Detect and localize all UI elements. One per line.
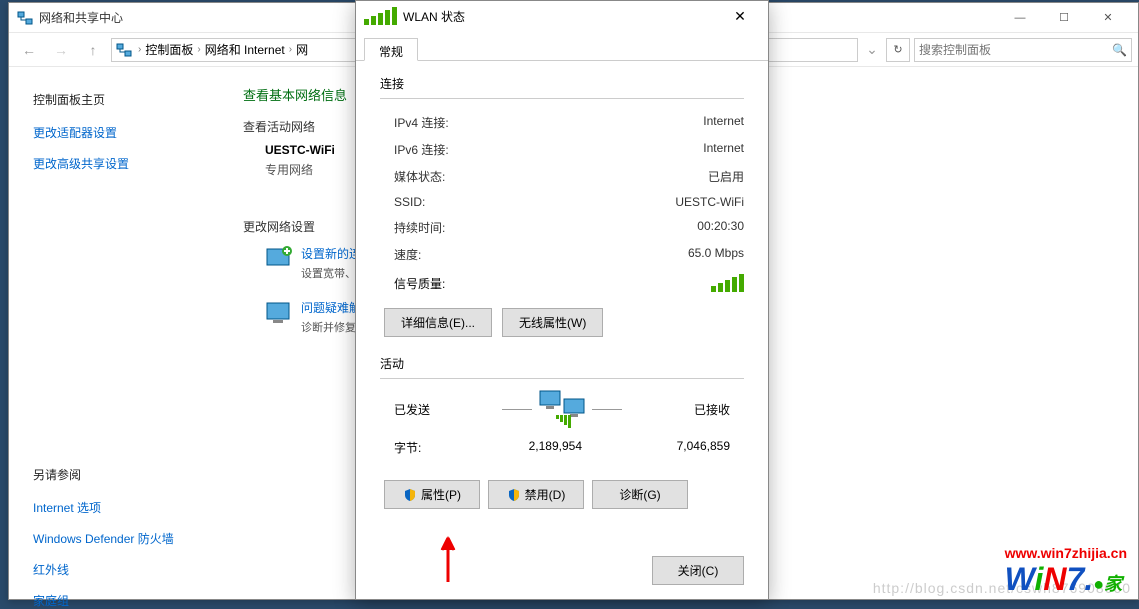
details-button[interactable]: 详细信息(E)... — [384, 308, 492, 337]
sidebar-link-adapters[interactable]: 更改适配器设置 — [33, 124, 195, 141]
breadcrumb-segment[interactable]: 网络和 Internet — [205, 41, 285, 58]
watermark-url: www.win7zhijia.cn — [1005, 545, 1127, 561]
signal-bars-icon — [711, 274, 744, 292]
sidebar: 控制面板主页 更改适配器设置 更改高级共享设置 另请参阅 Internet 选项… — [9, 67, 219, 599]
search-icon: 🔍 — [1112, 43, 1127, 57]
received-label: 已接收 — [694, 401, 730, 418]
ipv4-label: IPv4 连接: — [394, 114, 449, 131]
network-icon — [17, 10, 33, 26]
duration-label: 持续时间: — [394, 219, 445, 236]
search-box[interactable]: 🔍 — [914, 38, 1132, 62]
troubleshoot-icon — [265, 299, 293, 327]
bytes-label: 字节: — [394, 439, 464, 456]
tab-strip: 常规 — [356, 31, 768, 61]
chevron-right-icon: › — [197, 44, 200, 55]
search-input[interactable] — [919, 43, 1112, 57]
watermark-logo: WiN7.●家 — [1005, 561, 1127, 598]
diagnose-button[interactable]: 诊断(G) — [592, 480, 688, 509]
wlan-status-dialog: WLAN 状态 ✕ 常规 连接 IPv4 连接: Internet IPv6 连接… — [355, 0, 769, 600]
disable-button[interactable]: 禁用(D) — [488, 480, 584, 509]
dialog-titlebar: WLAN 状态 ✕ — [356, 1, 768, 31]
minimize-button[interactable]: — — [998, 3, 1042, 33]
window-controls: — ☐ ✕ — [998, 3, 1130, 33]
see-also-homegroup[interactable]: 家庭组 — [33, 592, 195, 609]
connection-section-label: 连接 — [380, 75, 744, 92]
see-also-internet-options[interactable]: Internet 选项 — [33, 499, 195, 516]
dash-icon — [502, 409, 532, 410]
tab-general[interactable]: 常规 — [364, 38, 418, 61]
activity-section-label: 活动 — [380, 355, 744, 372]
speed-value: 65.0 Mbps — [688, 246, 744, 263]
watermark: www.win7zhijia.cn WiN7.●家 — [1005, 545, 1127, 598]
media-label: 媒体状态: — [394, 168, 445, 185]
bytes-sent-value: 2,189,954 — [464, 439, 612, 456]
shield-icon — [403, 488, 417, 502]
breadcrumb-icon — [116, 42, 132, 58]
refresh-button[interactable]: ↻ — [886, 38, 910, 62]
dash-icon — [592, 409, 622, 410]
setup-connection-icon — [265, 245, 293, 273]
see-also-defender[interactable]: Windows Defender 防火墙 — [33, 530, 195, 547]
signal-quality-label: 信号质量: — [394, 275, 445, 292]
ipv6-value: Internet — [703, 141, 744, 158]
up-button[interactable]: ↑ — [79, 37, 107, 63]
dialog-title: WLAN 状态 — [403, 8, 720, 25]
forward-button[interactable]: → — [47, 37, 75, 63]
breadcrumb-segment[interactable]: 控制面板 — [145, 41, 193, 58]
ssid-label: SSID: — [394, 195, 425, 209]
disable-button-label: 禁用(D) — [525, 486, 566, 503]
bytes-received-value: 7,046,859 — [612, 439, 730, 456]
back-button[interactable]: ← — [15, 37, 43, 63]
maximize-button[interactable]: ☐ — [1042, 3, 1086, 33]
sidebar-header: 控制面板主页 — [33, 91, 195, 108]
close-dialog-button[interactable]: 关闭(C) — [652, 556, 744, 585]
shield-icon — [507, 488, 521, 502]
properties-button[interactable]: 属性(P) — [384, 480, 480, 509]
computers-icon — [538, 389, 586, 429]
chevron-right-icon: › — [289, 44, 292, 55]
dialog-body: 连接 IPv4 连接: Internet IPv6 连接: Internet 媒体状… — [356, 61, 768, 599]
chevron-right-icon: › — [138, 44, 141, 55]
speed-label: 速度: — [394, 246, 421, 263]
see-also-infrared[interactable]: 红外线 — [33, 561, 195, 578]
close-button[interactable]: ✕ — [1086, 3, 1130, 33]
see-also-header: 另请参阅 — [33, 466, 195, 483]
breadcrumb-segment[interactable]: 网 — [296, 41, 308, 58]
media-value: 已启用 — [708, 168, 744, 185]
dialog-close-button[interactable]: ✕ — [720, 8, 760, 25]
duration-value: 00:20:30 — [697, 219, 744, 236]
divider — [380, 98, 744, 99]
ssid-value: UESTC-WiFi — [675, 195, 744, 209]
sent-label: 已发送 — [394, 401, 430, 418]
history-dropdown[interactable]: ⌄ — [862, 37, 882, 63]
ipv6-label: IPv6 连接: — [394, 141, 449, 158]
signal-icon — [364, 7, 397, 25]
wireless-properties-button[interactable]: 无线属性(W) — [502, 308, 603, 337]
sidebar-link-sharing[interactable]: 更改高级共享设置 — [33, 155, 195, 172]
divider — [380, 378, 744, 379]
ipv4-value: Internet — [703, 114, 744, 131]
properties-button-label: 属性(P) — [421, 486, 461, 503]
